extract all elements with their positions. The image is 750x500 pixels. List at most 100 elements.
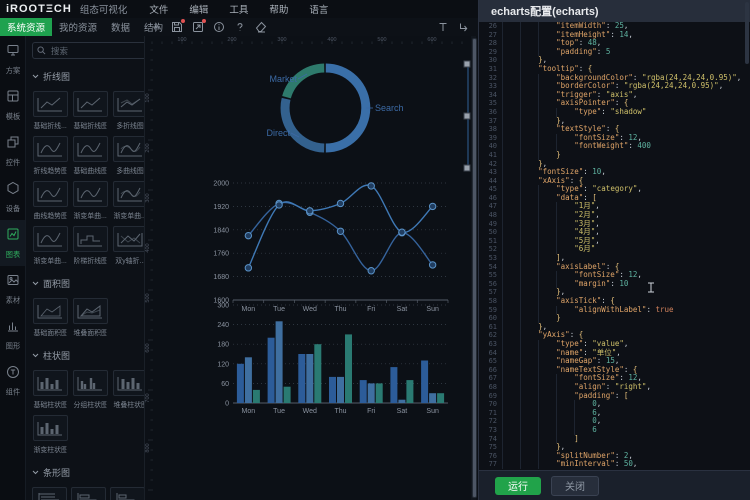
section-header[interactable]: 柱状图 — [32, 349, 138, 362]
library-item[interactable] — [71, 487, 106, 500]
library-item[interactable]: 渐变柱状图 — [32, 415, 68, 455]
area-thumbnail-icon — [33, 298, 68, 324]
save-icon[interactable] — [171, 21, 183, 33]
text-icon[interactable] — [437, 21, 449, 33]
svg-text:800: 800 — [145, 443, 151, 452]
tab-系统资源[interactable]: 系统资源 — [0, 18, 52, 36]
vertical-ruler: 100200300400500600700800 — [145, 44, 153, 500]
canvas-scrollbar[interactable] — [471, 36, 476, 500]
library-item-label: 曲线趋势图 — [33, 210, 66, 220]
library-item[interactable]: 基础折线图 — [72, 91, 108, 131]
rail-item-设备[interactable]: 设备 — [0, 174, 25, 220]
multicurve-thumbnail-icon — [113, 136, 146, 162]
monitor-icon — [6, 43, 20, 62]
step-thumbnail-icon — [73, 226, 108, 252]
menu-item[interactable]: 帮助 — [269, 2, 288, 16]
rail-item-组件[interactable]: 组件 — [0, 358, 25, 404]
library-item-label: 堆叠柱状图 — [113, 399, 145, 409]
library-item[interactable] — [110, 487, 145, 500]
library-item-label: 基础曲线图 — [73, 165, 106, 175]
code-editor[interactable]: 26"itemWidth": 25,27"itemHeight": 14,28"… — [479, 22, 750, 470]
bar-series-2 — [276, 321, 283, 403]
library-item[interactable]: 分组柱状图 — [72, 370, 108, 410]
bar-series-3 — [284, 387, 291, 403]
rail-item-label: 设备 — [5, 203, 19, 213]
tab-我的资源[interactable]: 我的资源 — [52, 18, 104, 36]
line-number: 66 — [479, 366, 497, 375]
library-item[interactable]: 基础曲线图 — [72, 136, 108, 176]
svg-text:1680: 1680 — [213, 274, 229, 281]
library-item[interactable]: 阶梯折线图 — [72, 226, 108, 266]
line-number: 56 — [479, 280, 497, 289]
library-section: 折线图基础折线...基础折线图多折线图折线趋势图基础曲线图多曲线图曲线趋势图渐变… — [32, 70, 138, 266]
rail-item-控件[interactable]: 控件 — [0, 128, 25, 174]
design-canvas[interactable]: 100200300400500600 100200300400500600700… — [145, 36, 478, 500]
line-number: 53 — [479, 254, 497, 263]
menu-item[interactable]: 编辑 — [189, 2, 208, 16]
library-item-label: 渐变柱状图 — [33, 444, 66, 454]
line-chart[interactable]: 160016801760184019202000MonTueWedThuFriS… — [213, 170, 463, 312]
close-button[interactable]: 关闭 — [551, 476, 599, 496]
export-icon[interactable] — [192, 21, 204, 33]
section-header[interactable]: 面积图 — [32, 277, 138, 290]
library-item[interactable]: 双y轴折... — [112, 226, 145, 266]
library-item[interactable]: 曲线趋势图 — [32, 181, 68, 221]
rail-item-图表[interactable]: 图表 — [0, 220, 25, 266]
library-item[interactable]: 折线趋势图 — [32, 136, 68, 176]
bar-chart[interactable]: 060120180240300MonTueWedThuFriSatSun — [213, 295, 463, 420]
bar-series-1 — [298, 354, 305, 403]
library-item[interactable]: 渐变单曲... — [32, 226, 68, 266]
svg-text:500: 500 — [145, 293, 151, 302]
search-box[interactable] — [32, 42, 145, 59]
library-item[interactable]: 堆叠柱状图 — [112, 370, 145, 410]
clear-icon[interactable] — [255, 21, 267, 33]
rail-item-图形[interactable]: 图形 — [0, 312, 25, 358]
info-icon[interactable] — [213, 21, 225, 33]
library-section: 柱状图基础柱状图分组柱状图堆叠柱状图渐变柱状图 — [32, 349, 138, 455]
line-number: 36 — [479, 108, 497, 117]
line-number: 50 — [479, 228, 497, 237]
library-item[interactable]: 渐变单曲... — [72, 181, 108, 221]
library-item[interactable] — [32, 487, 67, 500]
library-item[interactable]: 基础柱状图 — [32, 370, 68, 410]
svg-text:500: 500 — [377, 37, 386, 43]
library-item[interactable]: 堆叠面积图 — [72, 298, 108, 338]
library-item[interactable]: 渐变单曲... — [112, 181, 145, 221]
donut-chart[interactable]: MarketSearchDirect — [235, 55, 455, 165]
menu-item[interactable]: 文件 — [149, 2, 168, 16]
section-header[interactable]: 折线图 — [32, 70, 138, 83]
rail-item-素材[interactable]: 素材 — [0, 266, 25, 312]
section-header[interactable]: 条形图 — [32, 466, 138, 479]
rail-item-label: 图形 — [5, 341, 19, 351]
menu-item[interactable]: 语言 — [309, 2, 328, 16]
add-icon[interactable] — [150, 21, 162, 33]
line-number: 35 — [479, 99, 497, 108]
line-number: 32 — [479, 74, 497, 83]
run-button[interactable]: 运行 — [495, 477, 541, 495]
code-line: 48"2月", — [479, 211, 750, 220]
library-item[interactable]: 多曲线图 — [112, 136, 145, 176]
menu-item[interactable]: 工具 — [229, 2, 248, 16]
rail-item-模板[interactable]: 模板 — [0, 82, 25, 128]
code-line: 700, — [479, 400, 750, 409]
library-item[interactable]: 多折线图 — [112, 91, 145, 131]
library-item-label: 折线趋势图 — [33, 165, 66, 175]
editor-panel: echarts配置(echarts) 26"itemWidth": 25,27"… — [478, 0, 750, 500]
library-item[interactable]: 基础面积图 — [32, 298, 68, 338]
widgets-icon — [6, 135, 20, 154]
code-line: 720, — [479, 417, 750, 426]
tab-数据[interactable]: 数据 — [104, 18, 137, 36]
search-input[interactable] — [49, 45, 145, 57]
editor-scrollbar[interactable] — [745, 2, 749, 64]
help-icon[interactable] — [234, 21, 246, 33]
search-icon — [37, 46, 46, 55]
product-name: 组态可视化 — [80, 2, 128, 16]
line-number: 55 — [479, 271, 497, 280]
corner-arrow-icon[interactable] — [458, 21, 470, 33]
rail-item-方案[interactable]: 方案 — [0, 36, 25, 82]
svg-text:Mon: Mon — [242, 408, 256, 415]
line-number: 75 — [479, 443, 497, 452]
editor-panel-title: echarts配置(echarts) — [479, 0, 750, 22]
library-item-label: 渐变单曲... — [73, 210, 106, 220]
library-item[interactable]: 基础折线... — [32, 91, 68, 131]
